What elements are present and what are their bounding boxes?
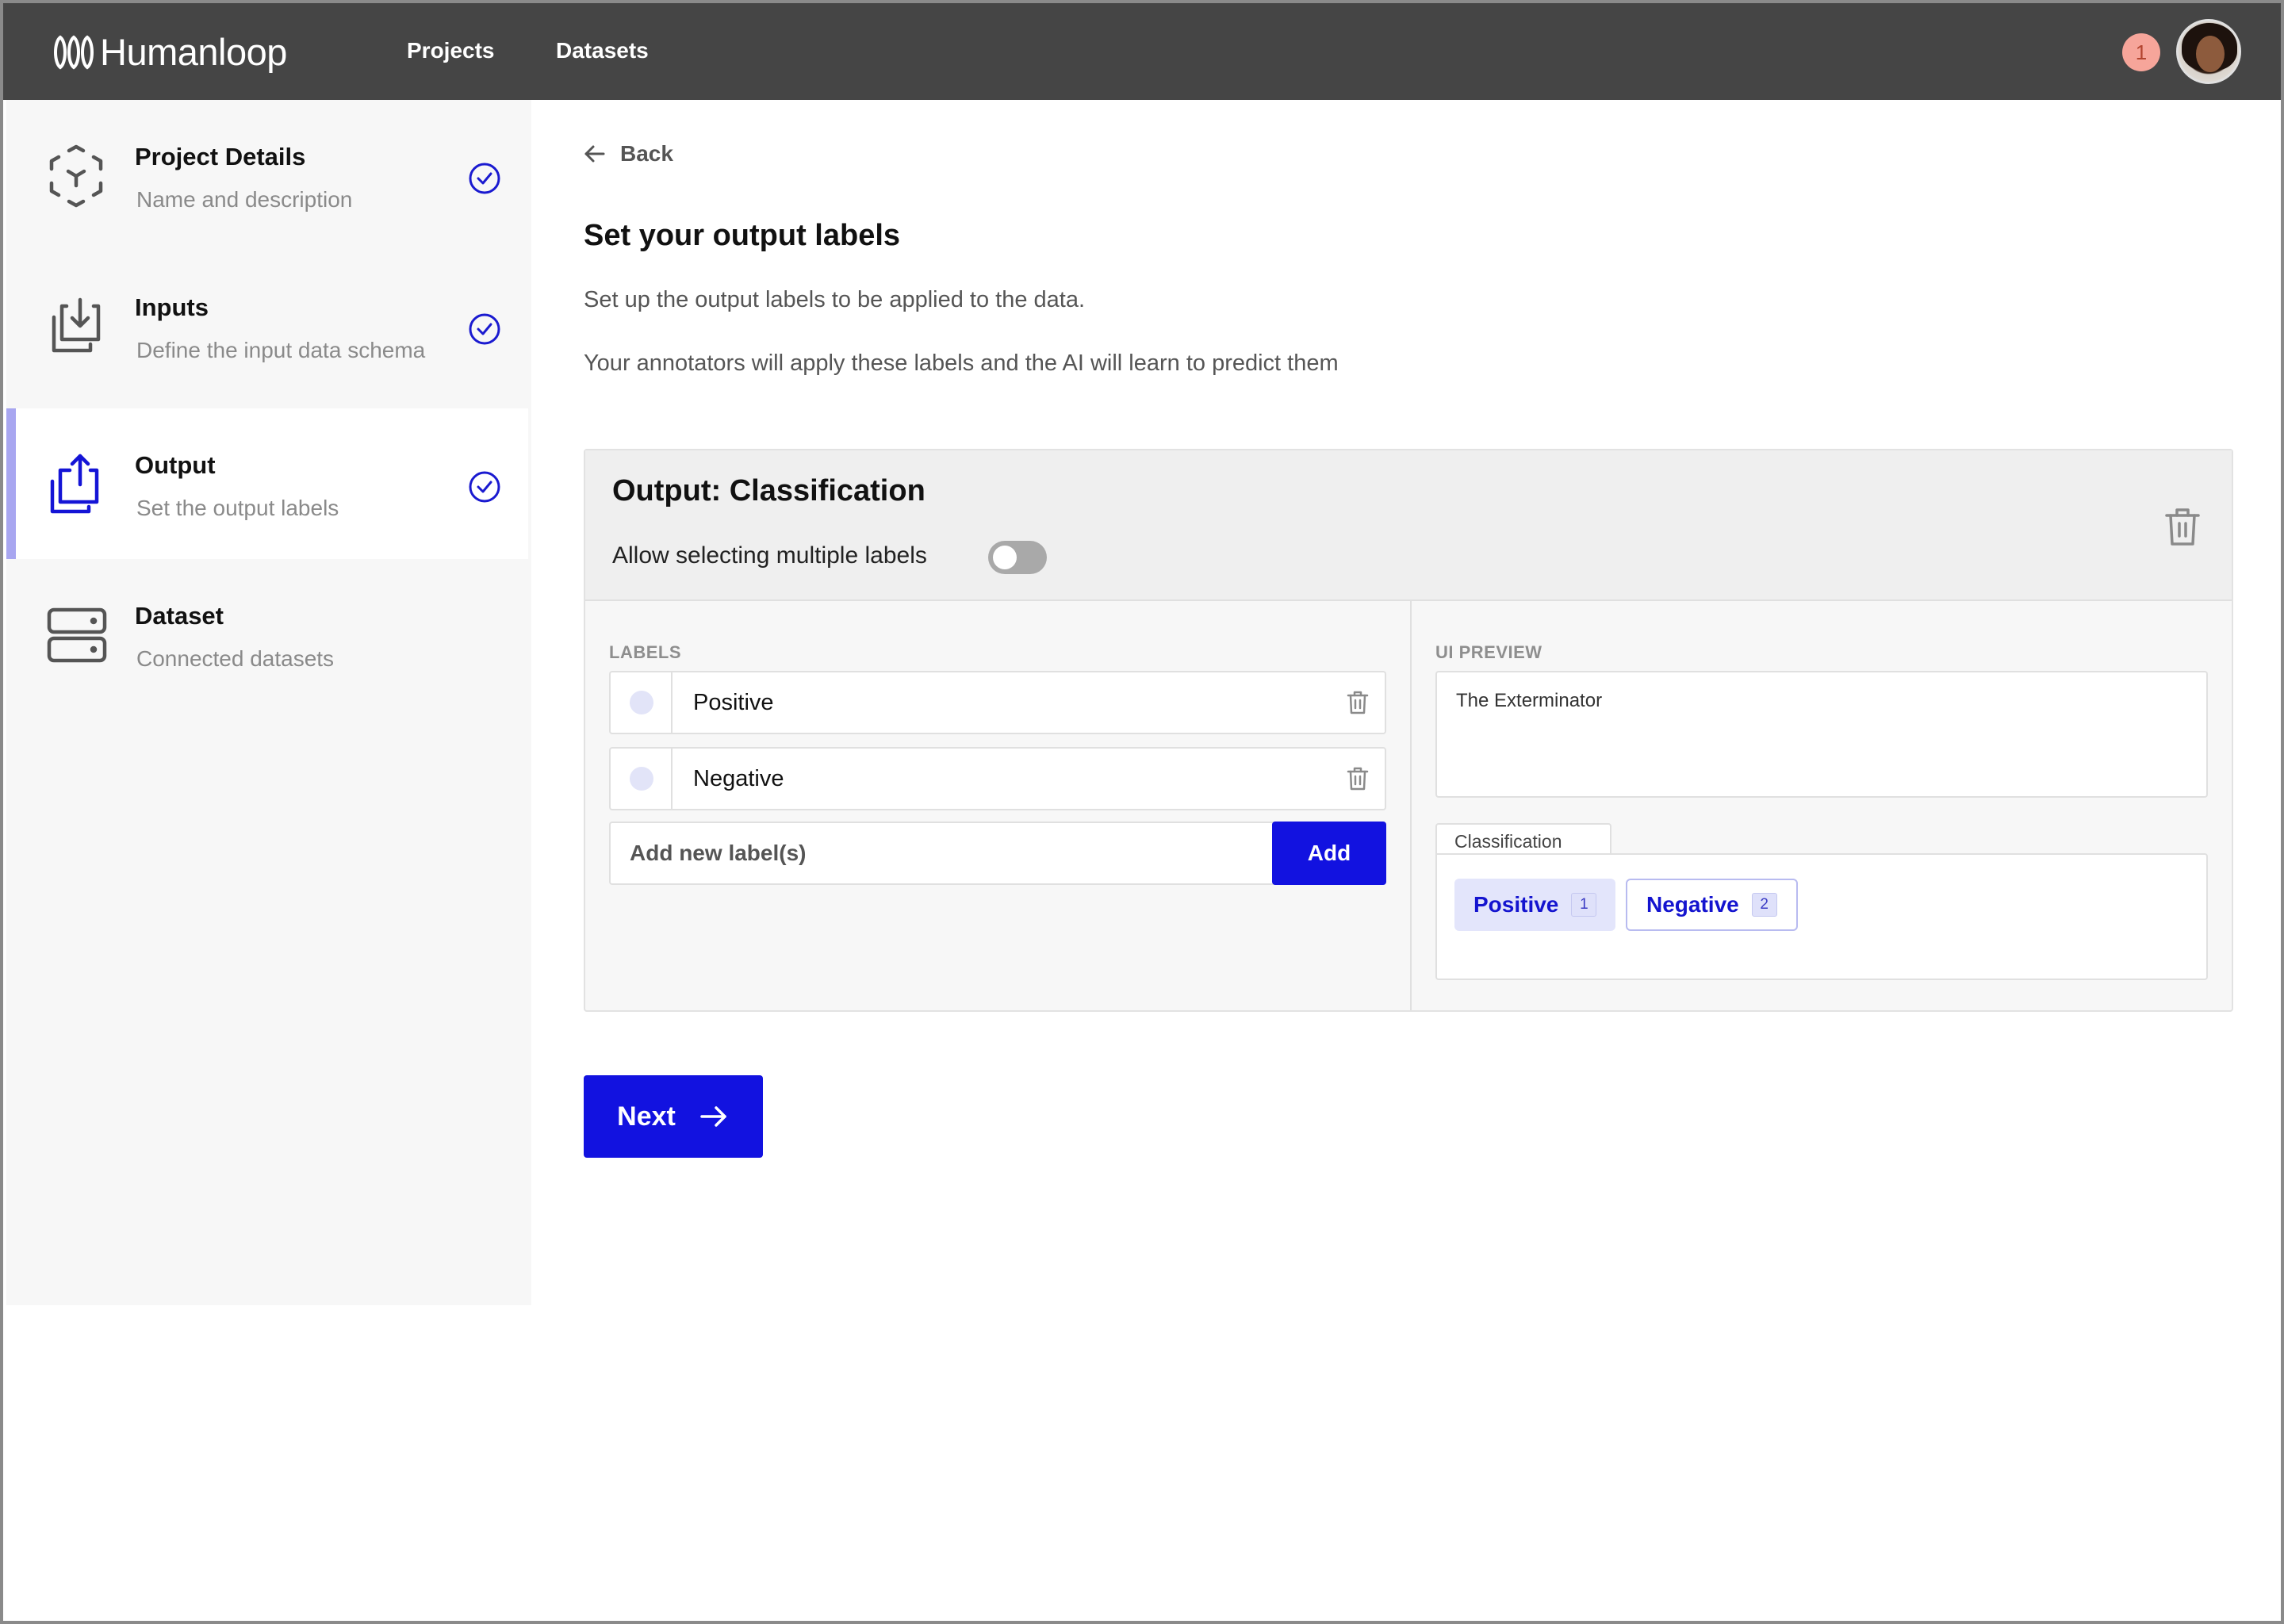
avatar-face xyxy=(2196,36,2225,72)
add-label-input[interactable] xyxy=(609,822,1275,885)
check-circle-icon xyxy=(469,471,500,503)
check-circle-icon xyxy=(469,313,500,345)
label-color-dot xyxy=(630,767,653,791)
label-name[interactable]: Negative xyxy=(693,766,784,792)
chip-hotkey: 2 xyxy=(1751,893,1777,917)
delete-output-icon[interactable] xyxy=(2163,506,2202,547)
chip-hotkey: 1 xyxy=(1571,893,1597,917)
label-row: Negative xyxy=(609,747,1386,810)
top-navbar: Humanloop Projects Datasets 1 xyxy=(3,3,2281,100)
label-row: Positive xyxy=(609,671,1386,734)
arrow-left-icon xyxy=(584,145,605,163)
step-subtitle: Define the input data schema xyxy=(136,338,426,362)
humanloop-logo-icon xyxy=(54,34,94,70)
step-subtitle: Set the output labels xyxy=(136,496,339,520)
brand-logo[interactable]: Humanloop xyxy=(52,30,287,74)
next-label: Next xyxy=(617,1101,676,1132)
step-inputs[interactable]: Inputs Define the input data schema xyxy=(6,251,528,401)
multi-select-toggle[interactable] xyxy=(988,541,1047,574)
label-color-cell[interactable] xyxy=(611,749,673,809)
back-label: Back xyxy=(620,141,673,166)
steps-sidebar: Project Details Name and description Inp… xyxy=(6,100,531,1305)
nav-datasets[interactable]: Datasets xyxy=(556,38,649,63)
check-circle-icon xyxy=(469,163,500,194)
label-color-cell[interactable] xyxy=(611,672,673,733)
page-description-secondary: Your annotators will apply these labels … xyxy=(584,350,1339,376)
add-label-button[interactable]: Add xyxy=(1272,822,1386,885)
trash-icon[interactable] xyxy=(1347,766,1369,791)
chip-label: Negative xyxy=(1646,892,1739,917)
preview-chip-negative[interactable]: Negative 2 xyxy=(1626,879,1798,931)
server-icon xyxy=(47,607,107,663)
step-title: Project Details xyxy=(135,143,306,170)
brand-name: Humanloop xyxy=(100,31,287,73)
preview-text-box: The Exterminator xyxy=(1435,671,2208,798)
step-project-details[interactable]: Project Details Name and description xyxy=(6,100,528,251)
export-icon xyxy=(50,454,99,514)
step-title: Inputs xyxy=(135,293,209,321)
output-title: Output: Classification xyxy=(612,474,925,508)
active-step-indicator xyxy=(6,408,16,559)
step-subtitle: Name and description xyxy=(136,187,353,212)
output-card-header: Output: Classification Allow selecting m… xyxy=(585,450,2232,601)
arrow-right-icon xyxy=(700,1106,726,1127)
classification-tab-label: Classification xyxy=(1454,831,1562,852)
page-description: Set up the output labels to be applied t… xyxy=(584,287,1086,312)
chip-label: Positive xyxy=(1473,892,1559,917)
labels-heading: LABELS xyxy=(609,642,681,662)
step-output[interactable]: Output Set the output labels xyxy=(6,408,528,559)
import-icon xyxy=(52,297,101,353)
back-link[interactable]: Back xyxy=(582,141,673,167)
app-window: Humanloop Projects Datasets 1 Project De… xyxy=(0,0,2284,1624)
toggle-knob xyxy=(993,546,1017,569)
preview-chip-positive[interactable]: Positive 1 xyxy=(1454,879,1616,931)
next-button[interactable]: Next xyxy=(584,1075,763,1158)
classification-tab: Classification xyxy=(1435,823,1611,856)
column-divider xyxy=(1410,601,1412,1010)
label-color-dot xyxy=(630,691,653,714)
step-dataset[interactable]: Dataset Connected datasets xyxy=(6,559,528,710)
classification-preview: Positive 1 Negative 2 xyxy=(1435,853,2208,980)
step-title: Dataset xyxy=(135,602,224,630)
cube-icon xyxy=(49,144,103,208)
output-card: Output: Classification Allow selecting m… xyxy=(584,449,2233,1012)
label-name[interactable]: Positive xyxy=(693,690,774,716)
nav-projects[interactable]: Projects xyxy=(407,38,495,63)
user-avatar[interactable] xyxy=(2176,19,2241,84)
multi-select-label: Allow selecting multiple labels xyxy=(612,542,927,569)
trash-icon[interactable] xyxy=(1347,690,1369,715)
preview-text: The Exterminator xyxy=(1456,690,1603,711)
step-title: Output xyxy=(135,451,216,479)
page-title: Set your output labels xyxy=(584,219,901,252)
notification-badge[interactable]: 1 xyxy=(2122,33,2160,71)
preview-heading: UI PREVIEW xyxy=(1435,642,1542,662)
step-subtitle: Connected datasets xyxy=(136,646,335,671)
